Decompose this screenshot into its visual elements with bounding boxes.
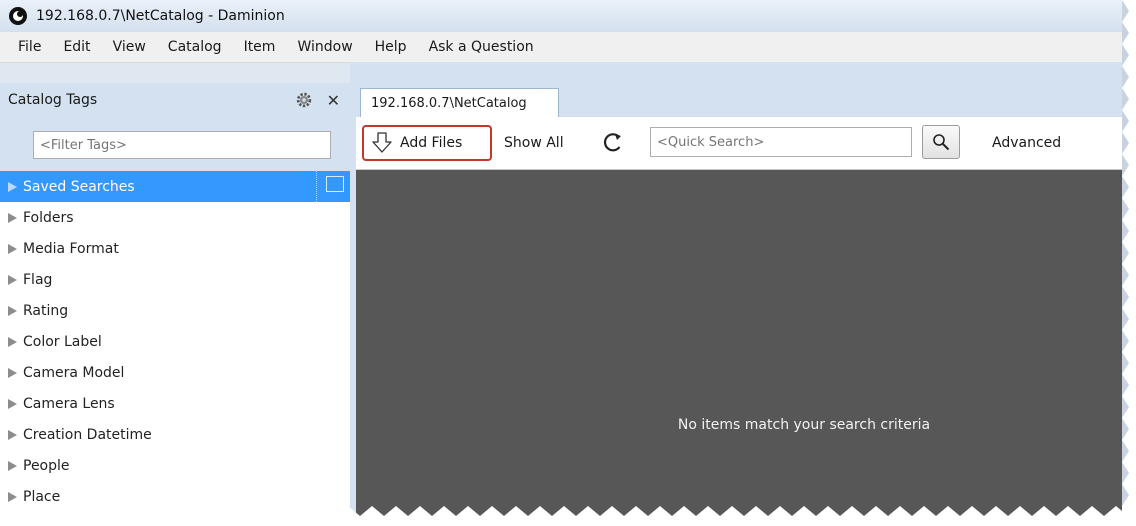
items-view: No items match your search criteria — [356, 170, 1122, 516]
app-window: 192.168.0.7\NetCatalog - Daminion File E… — [0, 0, 1122, 516]
panel-title: Catalog Tags — [8, 92, 98, 108]
menu-view[interactable]: View — [102, 39, 157, 55]
tree-item-rating[interactable]: Rating — [0, 295, 350, 326]
advanced-button[interactable]: Advanced — [992, 135, 1061, 151]
add-files-arrow-icon — [372, 132, 392, 153]
refresh-icon[interactable] — [602, 131, 624, 153]
tree-item-creation-datetime[interactable]: Creation Datetime — [0, 419, 350, 450]
menu-edit[interactable]: Edit — [52, 39, 101, 55]
tree-item-label: Creation Datetime — [23, 426, 152, 443]
catalog-tags-header: Catalog Tags ✕ — [0, 83, 350, 117]
menu-window[interactable]: Window — [286, 39, 363, 55]
expand-arrow-icon[interactable] — [8, 491, 17, 502]
tree-item-people[interactable]: People — [0, 450, 350, 481]
expand-arrow-icon[interactable] — [8, 305, 17, 316]
divider — [316, 171, 318, 202]
tree-item-label: Camera Lens — [23, 395, 115, 412]
close-icon[interactable]: ✕ — [327, 91, 340, 110]
tree-item-folders[interactable]: Folders — [0, 202, 350, 233]
tree-item-label: Camera Model — [23, 364, 125, 381]
tree-item-label: Flag — [23, 271, 53, 288]
torn-edge-right — [1122, 0, 1136, 526]
tree-item-label: Saved Searches — [23, 178, 135, 195]
tree-item-label: People — [23, 457, 70, 474]
title-bar: 192.168.0.7\NetCatalog - Daminion — [0, 0, 1122, 32]
toolbar: Add Files Show All Advanced — [356, 117, 1122, 170]
filter-area — [0, 117, 350, 171]
expand-arrow-icon[interactable] — [8, 181, 17, 192]
tree-item-label: Media Format — [23, 240, 119, 257]
tree-item-media-format[interactable]: Media Format — [0, 233, 350, 264]
app-logo-icon — [9, 7, 27, 25]
expand-arrow-icon[interactable] — [8, 460, 17, 471]
tag-tree: Saved Searches Folders Media Format Flag… — [0, 171, 350, 516]
expand-arrow-icon[interactable] — [8, 429, 17, 440]
quick-search-input[interactable] — [650, 127, 912, 157]
menu-catalog[interactable]: Catalog — [157, 39, 233, 55]
tree-item-color-label[interactable]: Color Label — [0, 326, 350, 357]
search-icon — [933, 134, 950, 151]
menu-item[interactable]: Item — [233, 39, 287, 55]
expand-arrow-icon[interactable] — [8, 243, 17, 254]
empty-message: No items match your search criteria — [677, 417, 931, 433]
menu-file[interactable]: File — [0, 39, 52, 55]
tree-item-flag[interactable]: Flag — [0, 264, 350, 295]
tab-netcatalog[interactable]: 192.168.0.7\NetCatalog — [360, 88, 559, 117]
menu-help[interactable]: Help — [364, 39, 418, 55]
expand-arrow-icon[interactable] — [8, 274, 17, 285]
tree-item-label: Rating — [23, 302, 69, 319]
add-files-label: Add Files — [400, 135, 463, 151]
search-button[interactable] — [922, 125, 960, 159]
tree-item-saved-searches[interactable]: Saved Searches — [0, 171, 350, 202]
tree-item-label: Place — [23, 488, 61, 505]
filter-tags-input[interactable] — [33, 131, 331, 159]
checkbox-icon[interactable] — [326, 176, 344, 192]
window-title: 192.168.0.7\NetCatalog - Daminion — [36, 8, 285, 24]
gear-icon[interactable] — [295, 91, 313, 109]
expand-arrow-icon[interactable] — [8, 398, 17, 409]
tree-item-label: Color Label — [23, 333, 102, 350]
menu-ask-a-question[interactable]: Ask a Question — [418, 39, 545, 55]
expand-arrow-icon[interactable] — [8, 212, 17, 223]
add-files-button[interactable]: Add Files — [362, 125, 492, 161]
show-all-button[interactable]: Show All — [504, 135, 564, 151]
expand-arrow-icon[interactable] — [8, 367, 17, 378]
tree-item-label: Folders — [23, 209, 74, 226]
tree-item-camera-model[interactable]: Camera Model — [0, 357, 350, 388]
tree-item-camera-lens[interactable]: Camera Lens — [0, 388, 350, 419]
expand-arrow-icon[interactable] — [8, 336, 17, 347]
torn-edge-bottom — [0, 506, 1136, 526]
menu-bar: File Edit View Catalog Item Window Help … — [0, 32, 1122, 63]
